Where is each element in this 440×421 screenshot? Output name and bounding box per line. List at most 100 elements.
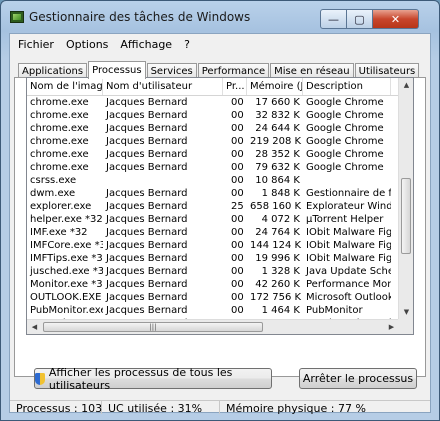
table-row[interactable]: chrome.exe Jacques Bernard 00 17 660 K Googl… [27,96,413,109]
tab-services[interactable]: Services [146,63,197,78]
cell-image-name: OUTLOOK.EXE [30,292,102,303]
cell-image-name: explorer.exe [30,201,92,212]
cell-cpu: 25 [231,201,244,212]
cell-cpu: 00 [231,266,244,277]
cell-memory: 28 352 K [255,149,300,160]
table-row[interactable]: jusched.exe *32 Jacques Bernard 00 1 328 K J… [27,265,413,278]
cell-user-name: Jacques Bernard [106,292,188,303]
cell-image-name: chrome.exe [30,110,89,121]
cell-user-name: Jacques Bernard [106,227,188,238]
cell-cpu: 00 [231,240,244,251]
cell-description: Google Chrome [306,149,384,160]
table-row[interactable]: Monitor.exe *32 Jacques Bernard 00 42 260 K… [27,278,413,291]
cell-memory: 172 756 K [250,292,302,303]
cell-user-name: Jacques Bernard [106,97,188,108]
cell-image-name: chrome.exe [30,149,89,160]
cell-user-name: Jacques Bernard [106,149,188,160]
column-header-user-name[interactable]: Nom d'utilisateur [103,78,223,95]
status-processes: Processus : 103 [10,401,102,415]
menu-fichier[interactable]: Fichier [10,34,58,55]
table-row[interactable]: helper.exe *32 Jacques Bernard 00 4 072 K µT… [27,213,413,226]
table-row[interactable]: IMF.exe *32 Jacques Bernard 00 24 764 K IObi… [27,226,413,239]
cell-user-name: Jacques Bernard [106,266,188,277]
cell-image-name: dwm.exe [30,188,76,199]
cell-user-name: Jacques Bernard [106,110,188,121]
cell-memory: 1 464 K [261,305,300,316]
cell-user-name: Jacques Bernard [106,188,188,199]
menu-bar: Fichier Options Affichage ? [10,34,430,55]
horizontal-scrollbar[interactable]: ◀ ||| ▶ [27,319,399,334]
cell-memory: 144 124 K [250,240,302,251]
show-all-users-button[interactable]: Afficher les processus de tous les utili… [34,366,272,392]
tab-mise-en-reseau[interactable]: Mise en réseau [270,63,354,78]
cell-user-name: Jacques Bernard [106,162,188,173]
table-row[interactable]: chrome.exe Jacques Bernard 00 32 832 K Googl… [27,109,413,122]
table-row[interactable]: dwm.exe Jacques Bernard 00 1 848 K Gestionna… [27,187,413,200]
window-title: Gestionnaire des tâches de Windows [29,10,251,24]
column-header-image-name[interactable]: Nom de l'image [27,78,103,95]
menu-help[interactable]: ? [176,34,194,55]
close-button[interactable]: ✕ [373,9,419,29]
cell-description: Google Chrome [306,97,384,108]
table-row[interactable]: chrome.exe Jacques Bernard 00 28 352 K Googl… [27,148,413,161]
scroll-down-icon[interactable]: ▼ [399,305,413,320]
table-row[interactable]: OUTLOOK.EXE Jacques Bernard 00 172 756 K Mic… [27,291,413,304]
status-memory: Mémoire physique : 77 % [226,402,366,415]
cell-cpu: 00 [231,292,244,303]
cell-description: PubMonitor [306,305,363,316]
cell-memory: 42 260 K [255,279,300,290]
cell-image-name: helper.exe *32 [30,214,103,225]
table-row[interactable]: chrome.exe Jacques Bernard 00 24 644 K Googl… [27,122,413,135]
cell-image-name: csrss.exe [30,175,77,186]
end-process-button[interactable]: Arrêter le processus [299,368,417,389]
table-row[interactable]: chrome.exe Jacques Bernard 00 79 632 K Googl… [27,161,413,174]
vertical-scrollbar[interactable]: ▲ ▼ [398,78,413,320]
menu-options[interactable]: Options [58,34,112,55]
horizontal-scroll-thumb[interactable]: ||| [43,322,263,332]
cell-user-name: Jacques Bernard [106,136,188,147]
cell-description: Explorateur Windows [306,201,391,212]
cell-image-name: IMFTips.exe *32 [30,253,103,264]
cell-description: IObit Malware Fighter [306,253,391,264]
cell-cpu: 00 [231,110,244,121]
cell-image-name: PubMonitor.exe... [30,305,103,316]
column-header-cpu[interactable]: Pr... [223,78,247,95]
cell-image-name: IMFCore.exe *32 [30,240,103,251]
tab-applications[interactable]: Applications [18,63,88,78]
column-header-memory[interactable]: Mémoire (J... [247,78,303,95]
minimize-button[interactable]: — [320,9,347,29]
tab-utilisateurs[interactable]: Utilisateurs [354,63,420,78]
cell-description: IObit Malware Fighter [306,227,391,238]
table-row[interactable]: IMFCore.exe *32Jacques Bernard 00 144 124 … [27,239,413,252]
table-row[interactable]: csrss.exe 00 10 864 K [27,174,413,187]
cell-description: Java Update Schedule [306,266,391,277]
table-row[interactable]: chrome.exe Jacques Bernard 00 219 208 K Goog… [27,135,413,148]
scroll-left-icon[interactable]: ◀ [27,320,42,334]
cell-user-name [103,174,223,187]
cell-user-name: Jacques Bernard [106,240,188,251]
cell-memory: 10 864 K [255,175,300,186]
cell-cpu: 00 [231,97,244,108]
cell-memory: 79 632 K [255,162,300,173]
table-row[interactable]: PubMonitor.exe...Jacques Bernard 00 1 464 … [27,304,413,317]
cell-image-name: jusched.exe *32 [30,266,103,277]
client-area: Fichier Options Affichage ? Applications… [9,33,431,415]
process-rows: chrome.exe Jacques Bernard 00 17 660 K Googl… [27,96,413,334]
cell-image-name: chrome.exe [30,162,89,173]
tab-processus[interactable]: Processus [88,61,146,79]
cell-description: Google Chrome [306,123,384,134]
title-bar[interactable]: Gestionnaire des tâches de Windows — ▢ ✕ [1,1,439,33]
scroll-right-icon[interactable]: ▶ [384,320,399,334]
uac-shield-icon [35,372,45,385]
table-row[interactable]: explorer.exe Jacques Bernard 25 658 160 K Ex… [27,200,413,213]
table-row[interactable]: IMFTips.exe *32 Jacques Bernard 00 19 996 K… [27,252,413,265]
vertical-scroll-thumb[interactable] [401,178,411,254]
tab-performance[interactable]: Performance [197,63,270,78]
cell-description: IObit Malware Fighter [306,240,391,251]
status-bar: Processus : 103 UC utilisée : 31% Mémoir… [10,400,430,415]
column-header-description[interactable]: Description [303,78,391,95]
maximize-button[interactable]: ▢ [347,9,373,29]
cell-user-name: Jacques Bernard [106,214,188,225]
scroll-up-icon[interactable]: ▲ [399,78,413,93]
menu-affichage[interactable]: Affichage [112,34,176,55]
